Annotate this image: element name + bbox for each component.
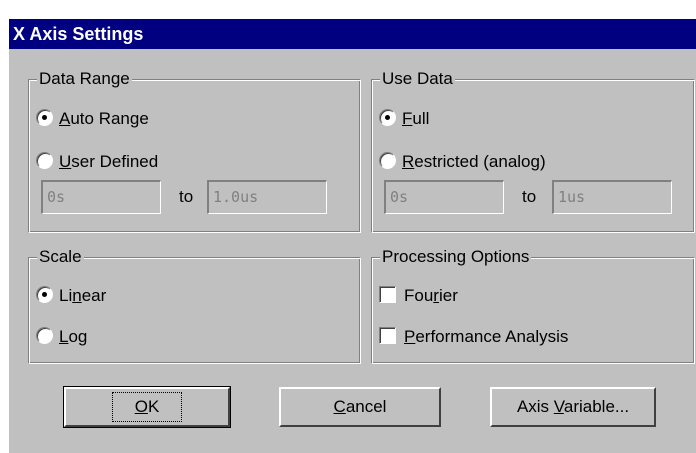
log-radio[interactable]: Log xyxy=(36,325,87,349)
data-range-to-field[interactable]: 1.0us xyxy=(207,180,327,214)
performance-analysis-checkbox[interactable]: Performance Analysis xyxy=(379,325,568,349)
full-radio-indicator xyxy=(379,109,396,126)
fourier-checkbox[interactable]: Fourier xyxy=(379,284,458,308)
use-data-from-field[interactable]: 0s xyxy=(384,180,504,214)
processing-options-group: Processing Options Fourier Performance A… xyxy=(371,247,695,364)
scale-group: Scale Linear Log xyxy=(28,247,361,364)
x-axis-settings-dialog: X Axis Settings Data Range Auto Range Us… xyxy=(9,19,696,453)
use-data-legend: Use Data xyxy=(380,69,455,89)
use-data-to-label: to xyxy=(522,187,537,206)
use-data-to-field[interactable]: 1us xyxy=(552,180,672,214)
dialog-title: X Axis Settings xyxy=(9,19,696,49)
cancel-button[interactable]: Cancel xyxy=(279,387,441,427)
data-range-from-field[interactable]: 0s xyxy=(41,180,161,214)
linear-radio[interactable]: Linear xyxy=(36,284,106,308)
full-radio[interactable]: Full xyxy=(379,107,429,131)
auto-range-radio-indicator xyxy=(36,109,53,126)
restricted-radio[interactable]: Restricted (analog) xyxy=(379,150,546,174)
data-range-legend: Data Range xyxy=(37,69,132,89)
data-range-group: Data Range Auto Range User Defined 0s to… xyxy=(28,69,361,233)
log-radio-indicator xyxy=(36,327,53,344)
ok-button[interactable]: OK xyxy=(63,386,231,428)
axis-variable-button[interactable]: Axis Variable... xyxy=(490,387,656,427)
scale-legend: Scale xyxy=(37,247,84,267)
linear-radio-indicator xyxy=(36,286,53,303)
user-defined-radio[interactable]: User Defined xyxy=(36,150,158,174)
data-range-to-label: to xyxy=(179,187,194,206)
fourier-checkbox-indicator xyxy=(379,286,396,303)
auto-range-radio[interactable]: Auto Range xyxy=(36,107,149,131)
restricted-radio-indicator xyxy=(379,152,396,169)
processing-options-legend: Processing Options xyxy=(380,247,532,267)
use-data-group: Use Data Full Restricted (analog) 0s to … xyxy=(371,69,695,233)
performance-analysis-checkbox-indicator xyxy=(379,327,396,344)
user-defined-radio-indicator xyxy=(36,152,53,169)
